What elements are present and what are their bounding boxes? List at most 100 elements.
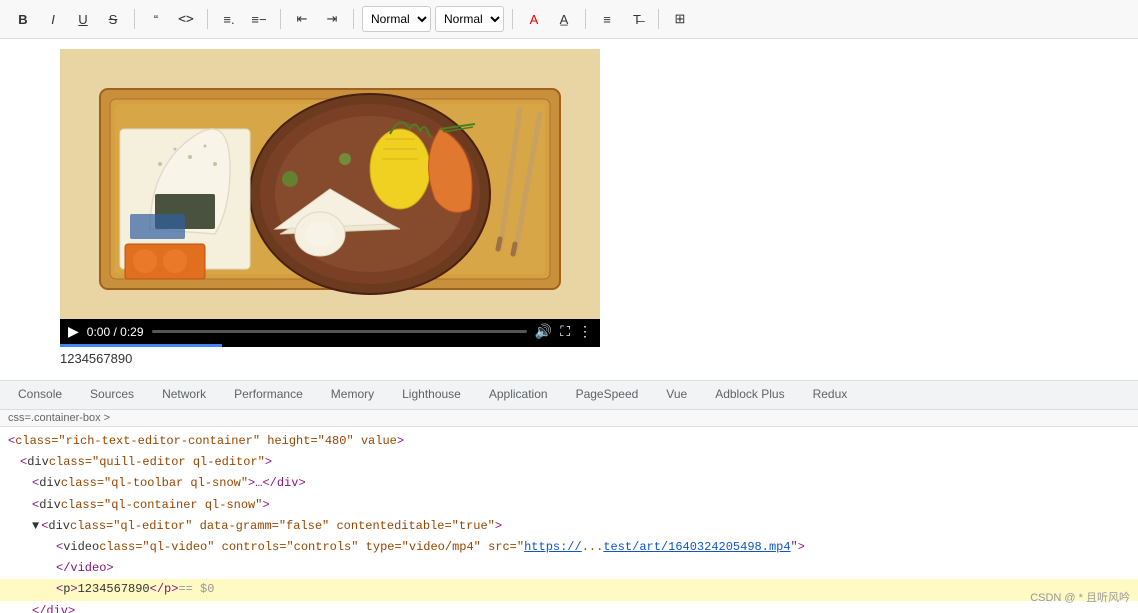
food-illustration-svg: [60, 49, 600, 319]
video-container: ▶ 0:00 / 0:29 🔊 ⛶ ⋮: [60, 49, 600, 347]
code-attr: class="ql-container ql-snow": [61, 496, 263, 515]
watermark: CSDN @ * 且听风吟: [1030, 589, 1130, 605]
progress-bar[interactable]: [152, 330, 527, 333]
more-options-button[interactable]: ⋮: [578, 323, 592, 340]
align-button[interactable]: ≡: [594, 6, 620, 32]
code-tag-name: video: [63, 538, 99, 557]
code-line-6: <video class="ql-video" controls="contro…: [0, 537, 1138, 558]
fullscreen-button[interactable]: ⛶: [560, 323, 570, 340]
code-attr: class="ql-video" controls="controls" typ…: [99, 538, 524, 557]
separator-1: [134, 9, 135, 29]
code-tag-name: div: [27, 453, 49, 472]
strikethrough-button[interactable]: S: [100, 6, 126, 32]
breadcrumb: css=.container-box >: [0, 410, 1138, 427]
video-controls: ▶ 0:00 / 0:29 🔊 ⛶ ⋮: [60, 319, 600, 344]
table-button[interactable]: ⊞: [667, 6, 693, 32]
code-panel: <class="rich-text-editor-container" heig…: [0, 427, 1138, 613]
code-line-1: <class="rich-text-editor-container" heig…: [0, 431, 1138, 452]
italic-button[interactable]: I: [40, 6, 66, 32]
bottom-progress-bar: [60, 344, 222, 347]
tab-lighthouse[interactable]: Lighthouse: [388, 381, 475, 409]
code-attr-2: ...: [582, 538, 604, 557]
code-tag-close: ">: [791, 538, 805, 557]
content-area: ▶ 0:00 / 0:29 🔊 ⛶ ⋮ 1234567890 Console S…: [0, 39, 1138, 613]
code-tag-close: >: [262, 496, 269, 515]
separator-3: [280, 9, 281, 29]
code-tag: </video>: [56, 559, 114, 578]
indent-right-button[interactable]: ⇥: [319, 6, 345, 32]
separator-6: [585, 9, 586, 29]
quote-button[interactable]: “: [143, 6, 169, 32]
list-bullet-button[interactable]: ≡−: [246, 6, 272, 32]
editor-area: ▶ 0:00 / 0:29 🔊 ⛶ ⋮ 1234567890: [0, 39, 1138, 380]
code-button[interactable]: <>: [173, 6, 199, 32]
tab-vue[interactable]: Vue: [652, 381, 701, 409]
tab-adblock[interactable]: Adblock Plus: [701, 381, 798, 409]
code-tag-end: >: [397, 432, 404, 451]
video-path-link[interactable]: test/art/1640324205498.mp4: [603, 538, 790, 557]
tab-network[interactable]: Network: [148, 381, 220, 409]
text-below-video: 1234567890: [60, 347, 1078, 370]
separator-4: [353, 9, 354, 29]
tab-pagespeed[interactable]: PageSpeed: [562, 381, 653, 409]
code-tag-close: >: [70, 580, 77, 599]
code-tag-end: </p>: [150, 580, 179, 599]
tab-console[interactable]: Console: [4, 381, 76, 409]
play-button[interactable]: ▶: [68, 323, 79, 340]
code-tag: <: [32, 474, 39, 493]
volume-button[interactable]: 🔊: [535, 323, 552, 340]
code-line-7: </video>: [0, 558, 1138, 579]
separator-7: [658, 9, 659, 29]
code-line-8: <p>1234567890</p> == $0: [0, 579, 1138, 600]
font-size-select[interactable]: Normal: [435, 6, 504, 32]
code-tag-name: div: [39, 474, 61, 493]
time-display: 0:00 / 0:29: [87, 325, 144, 339]
indent-left-button[interactable]: ⇤: [289, 6, 315, 32]
code-content: 1234567890: [78, 580, 150, 599]
code-tag-name: div: [39, 496, 61, 515]
code-tag: <: [56, 538, 63, 557]
tab-performance[interactable]: Performance: [220, 381, 317, 409]
tab-redux[interactable]: Redux: [799, 381, 862, 409]
code-tag-name: div: [48, 517, 70, 536]
code-tag: </div>: [32, 602, 75, 613]
code-tag-close: >: [265, 453, 272, 472]
text-color-button[interactable]: A: [521, 6, 547, 32]
code-line-2: <div class="quill-editor ql-editor">: [0, 452, 1138, 473]
highlight-button[interactable]: A̲: [551, 6, 577, 32]
code-attr: class="rich-text-editor-container" heigh…: [15, 432, 397, 451]
code-attr: class="ql-toolbar ql-snow": [61, 474, 248, 493]
list-ordered-button[interactable]: ≡.: [216, 6, 242, 32]
code-tag-close: >: [495, 517, 502, 536]
code-tag: <: [8, 432, 15, 451]
code-attr: class="ql-editor" data-gramm="false" con…: [70, 517, 495, 536]
total-time: 0:29: [120, 325, 143, 339]
separator-5: [512, 9, 513, 29]
expand-arrow[interactable]: ▼: [32, 517, 39, 536]
text-size-select[interactable]: Normal: [362, 6, 431, 32]
code-attr: class="quill-editor ql-editor": [49, 453, 265, 472]
clear-format-button[interactable]: T̶: [624, 6, 650, 32]
underline-button[interactable]: U: [70, 6, 96, 32]
separator-2: [207, 9, 208, 29]
code-tag-close: >…</div>: [248, 474, 306, 493]
devtools-tabs: Console Sources Network Performance Memo…: [0, 380, 1138, 410]
video-thumbnail: [60, 49, 600, 319]
tab-application[interactable]: Application: [475, 381, 562, 409]
code-line-4: <div class="ql-container ql-snow">: [0, 495, 1138, 516]
code-tag: <: [32, 496, 39, 515]
current-time: 0:00: [87, 325, 110, 339]
video-src-link[interactable]: https://: [524, 538, 582, 557]
code-tag: <: [41, 517, 48, 536]
editor-toolbar: B I U S “ <> ≡. ≡− ⇤ ⇥ Normal Normal A A…: [0, 0, 1138, 39]
tab-sources[interactable]: Sources: [76, 381, 148, 409]
code-line-3: <div class="ql-toolbar ql-snow">…</div>: [0, 473, 1138, 494]
code-tag-name: p: [63, 580, 70, 599]
bold-button[interactable]: B: [10, 6, 36, 32]
code-line-9: </div>: [0, 601, 1138, 613]
dom-marker: == $0: [178, 580, 214, 599]
code-line-5: ▼ <div class="ql-editor" data-gramm="fal…: [0, 516, 1138, 537]
tab-memory[interactable]: Memory: [317, 381, 388, 409]
code-tag: <: [56, 580, 63, 599]
code-tag: <: [20, 453, 27, 472]
